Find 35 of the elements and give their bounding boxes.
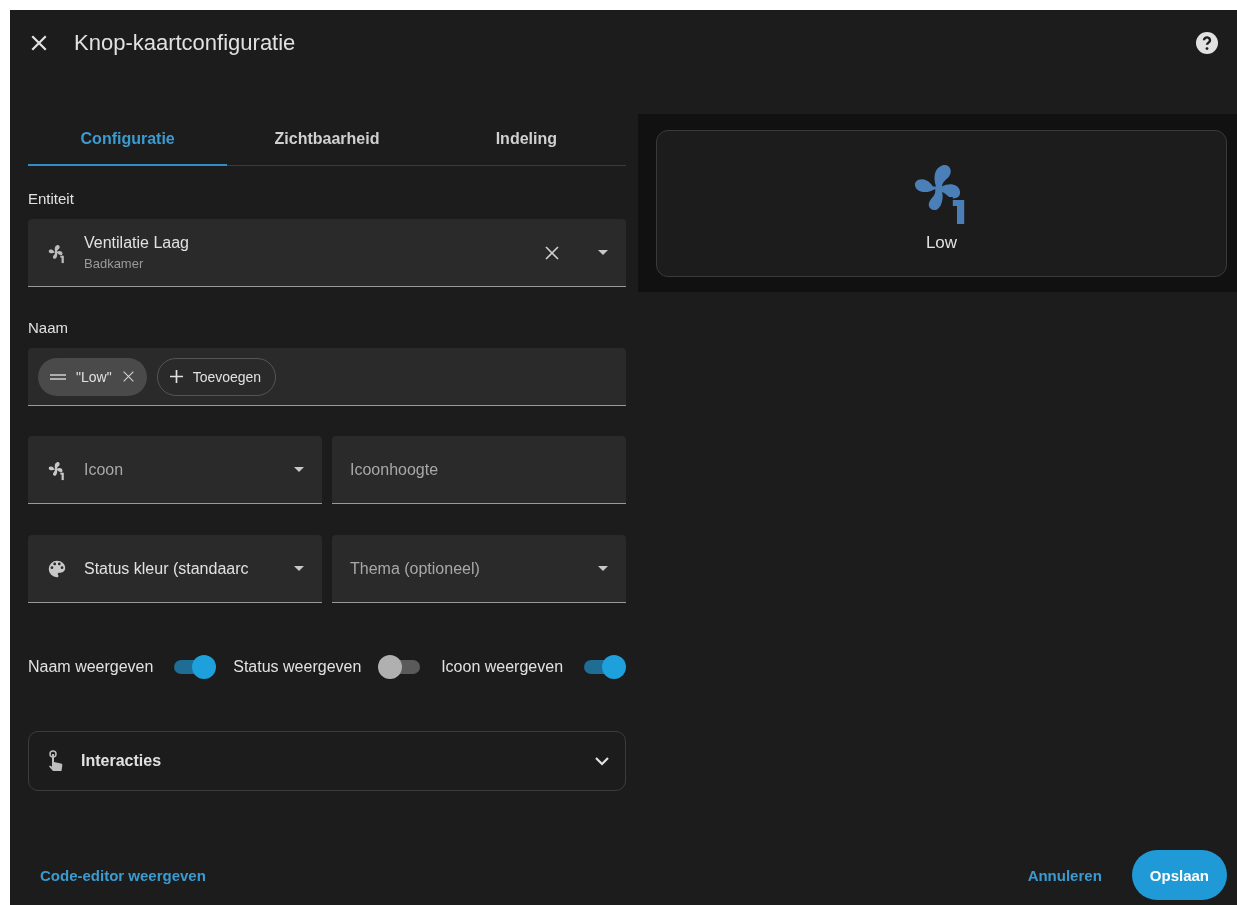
plus-icon (169, 370, 183, 383)
color-select-field[interactable]: Status kleur (standaarc (28, 535, 322, 603)
close-icon (30, 34, 48, 52)
cancel-button[interactable]: Annuleren (1015, 858, 1114, 892)
dropdown-caret-icon[interactable] (294, 566, 304, 571)
close-button[interactable] (30, 34, 48, 52)
code-editor-link[interactable]: Code-editor weergeven (40, 866, 1016, 884)
select-field[interactable]: Thema (optioneel) (332, 535, 626, 603)
tab[interactable]: Configuratie (28, 114, 228, 166)
name-chip[interactable]: "Low" (38, 357, 147, 396)
tab[interactable]: Zichtbaarheid (227, 114, 427, 166)
dropdown-caret-icon[interactable] (598, 566, 608, 571)
help-button[interactable] (1195, 31, 1219, 55)
help-icon (1195, 31, 1219, 55)
card-label: Low (925, 232, 958, 253)
dropdown-caret-icon[interactable] (294, 467, 304, 472)
input-field[interactable]: Icoonhoogte (332, 436, 626, 504)
dropdown-caret-icon[interactable] (598, 250, 608, 255)
name-field[interactable]: "Low" Toevoegen (28, 348, 626, 406)
close-icon[interactable] (544, 244, 560, 261)
drag-handle-icon[interactable] (50, 372, 66, 381)
button-card-preview[interactable]: Low (656, 130, 1227, 277)
tab[interactable]: Indeling (426, 114, 626, 166)
toggle-label: Status weergeven (233, 658, 362, 676)
field-label: Naam (28, 319, 69, 336)
toggle-label: Naam weergeven (28, 658, 154, 676)
dialog-title: Knop-kaartconfiguratie (74, 30, 297, 56)
toggle-label: Icoon weergeven (441, 658, 564, 676)
field-label: Entiteit (28, 190, 75, 207)
touch-icon (47, 750, 65, 772)
icon-select-field[interactable]: Icoon (28, 436, 322, 504)
entity-picker[interactable]: Ventilatie Laag Badkamer (28, 219, 626, 287)
area-text: Badkamer (84, 256, 145, 271)
interactions-expander[interactable]: Interacties (28, 731, 626, 791)
close-icon[interactable] (121, 370, 135, 383)
